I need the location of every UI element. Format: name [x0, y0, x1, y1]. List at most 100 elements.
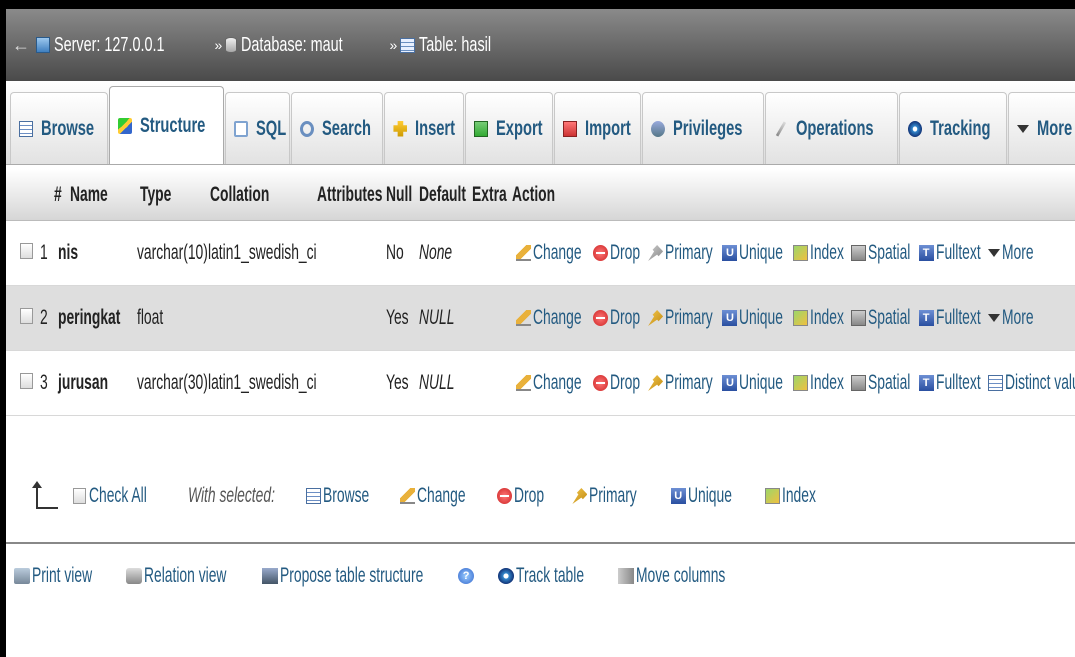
tab-browse[interactable]: Browse — [10, 92, 108, 164]
tab-more[interactable]: More — [1007, 92, 1075, 164]
header-collation[interactable]: Collation — [210, 183, 300, 207]
distinct-values-icon — [988, 375, 1004, 391]
breadcrumb-server[interactable]: Server: 127.0.0.1 — [36, 34, 207, 57]
fulltext-icon: T — [918, 375, 934, 391]
check-all[interactable]: Check All — [73, 484, 157, 508]
change-button[interactable]: Change — [516, 241, 590, 265]
column-null: Yes — [386, 306, 409, 329]
with-selected-bar: Check All With selected: Browse Change D… — [6, 460, 1075, 532]
tab-export[interactable]: Export — [464, 92, 554, 164]
breadcrumb-separator: » — [214, 37, 223, 53]
spatial-icon — [851, 375, 867, 391]
move-columns-link[interactable]: Move columns — [618, 564, 771, 588]
chevron-down-icon — [988, 314, 1001, 322]
header-num: # — [54, 182, 62, 206]
more-dropdown[interactable]: More — [988, 241, 1050, 265]
spatial-icon — [851, 310, 867, 326]
selected-drop-button[interactable]: Drop — [496, 484, 550, 508]
move-columns-icon — [618, 568, 635, 584]
row-checkbox[interactable] — [20, 241, 33, 265]
propose-structure-link[interactable]: Propose table structure — [261, 564, 431, 588]
database-icon — [225, 37, 238, 53]
tab-tracking[interactable]: Tracking — [898, 92, 1007, 164]
column-default: NULL — [419, 371, 455, 394]
header-action: Action — [512, 182, 556, 206]
row-number: 1 — [40, 241, 48, 264]
primary-button[interactable]: Primary — [648, 371, 719, 395]
key-icon — [648, 375, 664, 391]
unique-button[interactable]: U Unique — [722, 241, 790, 265]
structure-icon — [117, 117, 132, 134]
header-type[interactable]: Type — [140, 183, 187, 207]
drop-button[interactable]: Drop — [592, 241, 646, 265]
index-button[interactable]: Index — [793, 241, 848, 265]
column-name: nis — [58, 241, 79, 264]
relation-icon — [126, 568, 143, 584]
structure-table: # Name Type Collation Attributes Null De… — [6, 169, 1075, 416]
check-all-checkbox[interactable] — [73, 488, 86, 504]
distinct-values-button[interactable]: Distinct values — [988, 371, 1075, 395]
pencil-icon — [516, 375, 531, 391]
change-button[interactable]: Change — [516, 371, 590, 395]
spatial-button[interactable]: Spatial — [851, 371, 915, 395]
relation-view-link[interactable]: Relation view — [126, 564, 239, 588]
primary-button[interactable]: Primary — [648, 241, 719, 265]
drop-icon — [592, 310, 608, 326]
unique-icon: U — [670, 488, 686, 504]
column-default: None — [419, 241, 453, 264]
fulltext-button[interactable]: T Fulltext — [918, 306, 986, 330]
drop-button[interactable]: Drop — [592, 371, 646, 395]
drop-button[interactable]: Drop — [592, 306, 646, 330]
selected-change-button[interactable]: Change — [400, 484, 474, 508]
row-checkbox[interactable] — [20, 306, 33, 330]
unique-icon: U — [722, 375, 738, 391]
tab-import[interactable]: Import — [554, 92, 642, 164]
tracking-icon — [498, 568, 515, 584]
spatial-button[interactable]: Spatial — [851, 241, 915, 265]
pencil-icon — [400, 488, 416, 504]
row-number: 3 — [40, 371, 48, 394]
breadcrumb-table[interactable]: Table: hasil — [400, 34, 519, 57]
tab-structure[interactable]: Structure — [108, 86, 225, 164]
selected-browse-button[interactable]: Browse — [306, 484, 377, 508]
index-button[interactable]: Index — [793, 306, 848, 330]
index-icon — [793, 310, 808, 326]
unique-button[interactable]: U Unique — [722, 371, 790, 395]
fulltext-button[interactable]: T Fulltext — [918, 371, 986, 395]
back-arrow-icon[interactable]: ← — [6, 35, 36, 56]
header-name[interactable]: Name — [70, 183, 127, 207]
tab-insert[interactable]: Insert — [384, 92, 464, 164]
key-icon — [648, 245, 664, 261]
breadcrumb-database[interactable]: Database: maut — [225, 34, 382, 57]
row-checkbox[interactable] — [20, 371, 33, 395]
footer-links: Print view Relation view Propose table s… — [14, 564, 775, 588]
index-icon — [793, 375, 808, 391]
fulltext-icon: T — [918, 245, 934, 261]
selected-unique-button[interactable]: U Unique — [670, 484, 739, 508]
tab-privileges[interactable]: Privileges — [642, 92, 764, 164]
column-null: Yes — [386, 371, 409, 394]
spatial-button[interactable]: Spatial — [851, 306, 915, 330]
drop-icon — [592, 375, 608, 391]
primary-button[interactable]: Primary — [648, 306, 719, 330]
print-view-link[interactable]: Print view — [14, 564, 103, 588]
track-table-link[interactable]: Track table — [498, 564, 595, 588]
tab-operations[interactable]: Operations — [764, 92, 898, 164]
unique-icon: U — [722, 245, 738, 261]
selected-primary-button[interactable]: Primary — [572, 484, 643, 508]
help-icon[interactable]: ? — [458, 568, 475, 584]
more-dropdown[interactable]: More — [988, 306, 1050, 330]
unique-button[interactable]: U Unique — [722, 306, 790, 330]
change-button[interactable]: Change — [516, 306, 590, 330]
tab-sql[interactable]: SQL — [225, 92, 291, 164]
index-button[interactable]: Index — [793, 371, 848, 395]
table-row: 3 jurusan varchar(30) latin1_swedish_ci … — [6, 351, 1075, 416]
fulltext-icon: T — [918, 310, 934, 326]
divider — [6, 542, 1075, 544]
column-type: float — [137, 306, 164, 329]
row-number: 2 — [40, 306, 48, 329]
browse-icon — [306, 488, 322, 504]
selected-index-button[interactable]: Index — [765, 484, 833, 508]
tab-search[interactable]: Search — [291, 92, 384, 164]
fulltext-button[interactable]: T Fulltext — [918, 241, 986, 265]
